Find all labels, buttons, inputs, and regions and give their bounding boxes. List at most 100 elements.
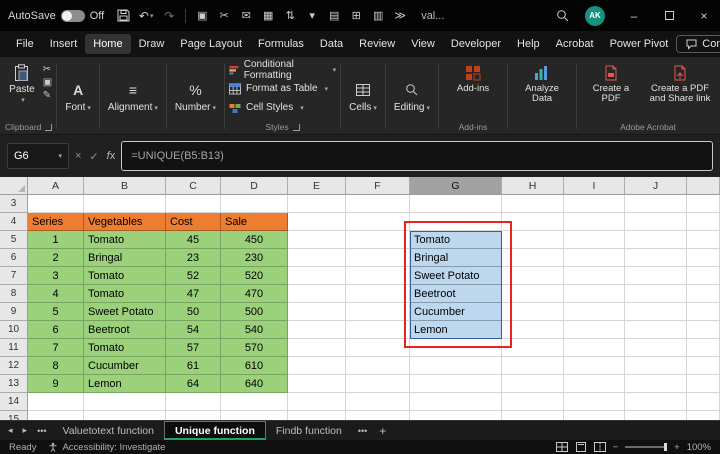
sheet-list-ellipsis-icon[interactable]: ••• [33,421,50,440]
copy-button[interactable]: ▣ [43,77,52,88]
cell-G4[interactable] [410,213,502,231]
cell-A3[interactable] [28,195,84,213]
paste-button[interactable]: Paste ▾ [5,61,39,106]
cell-styles-button[interactable]: Cell Styles ▾ [229,99,336,116]
column-header-I[interactable]: I [564,177,625,195]
menu-tab-home[interactable]: Home [85,34,131,54]
cell-D15[interactable] [221,411,288,420]
cell-C14[interactable] [166,393,221,411]
cell-J7[interactable] [625,267,687,285]
row-header-3[interactable]: 3 [0,195,28,213]
cell-C8[interactable]: 47 [166,285,221,303]
cell-H10[interactable] [502,321,564,339]
column-header-C[interactable]: C [166,177,221,195]
cell-B12[interactable]: Cucumber [84,357,166,375]
addins-button[interactable]: Add-ins [443,61,503,96]
zoom-in-button[interactable]: + [674,442,680,453]
zoom-slider-thumb[interactable] [664,443,668,451]
cell-J14[interactable] [625,393,687,411]
zoom-slider[interactable] [625,443,668,451]
row-header-15[interactable]: 15 [0,411,28,420]
cell-J15[interactable] [625,411,687,420]
row-header-13[interactable]: 13 [0,375,28,393]
cell-C12[interactable]: 61 [166,357,221,375]
accessibility-button[interactable]: Accessibility: Investigate [48,442,165,453]
conditional-formatting-button[interactable]: Conditional Formatting ▾ [229,59,336,81]
cell-G3[interactable] [410,195,502,213]
cell-H9[interactable] [502,303,564,321]
view-normal-icon[interactable] [555,442,568,452]
cell-E7[interactable] [288,267,346,285]
cell-B4[interactable]: Vegetables [84,213,166,231]
cell-F14[interactable] [346,393,410,411]
redo-button[interactable]: ↷ [159,4,179,28]
cell-J3[interactable] [625,195,687,213]
row-header-6[interactable]: 6 [0,249,28,267]
menu-tab-power-pivot[interactable]: Power Pivot [602,34,677,54]
row-header-10[interactable]: 10 [0,321,28,339]
cell-A15[interactable] [28,411,84,420]
cell-F3[interactable] [346,195,410,213]
cell-B5[interactable]: Tomato [84,231,166,249]
row-header-12[interactable]: 12 [0,357,28,375]
cell-H8[interactable] [502,285,564,303]
minimize-button[interactable]: – [618,0,650,31]
cell-H5[interactable] [502,231,564,249]
cell-C5[interactable]: 45 [166,231,221,249]
dropdown-icon[interactable]: ▾ [302,4,322,28]
zoom-level[interactable]: 100% [687,442,711,453]
cell-C4[interactable]: Cost [166,213,221,231]
cell-I15[interactable] [564,411,625,420]
row-header-4[interactable]: 4 [0,213,28,231]
cell-F15[interactable] [346,411,410,420]
cell-C9[interactable]: 50 [166,303,221,321]
cell-D5[interactable]: 450 [221,231,288,249]
table-icon[interactable]: ▦ [258,4,278,28]
row-header-7[interactable]: 7 [0,267,28,285]
cell-C11[interactable]: 57 [166,339,221,357]
cells-group-button[interactable]: Cells ▾ [342,59,384,134]
cell-J12[interactable] [625,357,687,375]
cell-I12[interactable] [564,357,625,375]
row-header-11[interactable]: 11 [0,339,28,357]
formula-input[interactable]: =UNIQUE(B5:B13) [121,141,713,171]
cell-E4[interactable] [288,213,346,231]
cell-F11[interactable] [346,339,410,357]
cell-A8[interactable]: 4 [28,285,84,303]
close-button[interactable]: × [688,0,720,31]
cell-D11[interactable]: 570 [221,339,288,357]
column-header-A[interactable]: A [28,177,84,195]
menu-tab-formulas[interactable]: Formulas [250,34,312,54]
cell-F8[interactable] [346,285,410,303]
editing-group-button[interactable]: Editing ▾ [387,59,437,134]
cell-G9[interactable]: Cucumber [410,303,502,321]
format-painter-button[interactable]: ✎ [43,90,52,101]
cell-F13[interactable] [346,375,410,393]
cell-E3[interactable] [288,195,346,213]
menu-tab-file[interactable]: File [8,34,42,54]
cell-B6[interactable]: Bringal [84,249,166,267]
name-box[interactable]: G6 ▾ [7,143,69,169]
cell-D9[interactable]: 500 [221,303,288,321]
document-name[interactable]: val... [421,10,444,22]
cell-G14[interactable] [410,393,502,411]
analyze-data-button[interactable]: Analyze Data [512,61,572,106]
menu-tab-data[interactable]: Data [312,34,351,54]
column-header-D[interactable]: D [221,177,288,195]
menu-tab-view[interactable]: View [403,34,443,54]
cell-F9[interactable] [346,303,410,321]
cell-E15[interactable] [288,411,346,420]
column-header-B[interactable]: B [84,177,166,195]
cell-F5[interactable] [346,231,410,249]
cell-A6[interactable]: 2 [28,249,84,267]
cut-icon[interactable]: ✂ [214,4,234,28]
alignment-group-button[interactable]: ≡ Alignment ▾ [101,59,165,134]
cell-I8[interactable] [564,285,625,303]
cell-D3[interactable] [221,195,288,213]
cell-H12[interactable] [502,357,564,375]
cell-D10[interactable]: 540 [221,321,288,339]
cell-D4[interactable]: Sale [221,213,288,231]
column-header-F[interactable]: F [346,177,410,195]
cell-H13[interactable] [502,375,564,393]
cell-I14[interactable] [564,393,625,411]
